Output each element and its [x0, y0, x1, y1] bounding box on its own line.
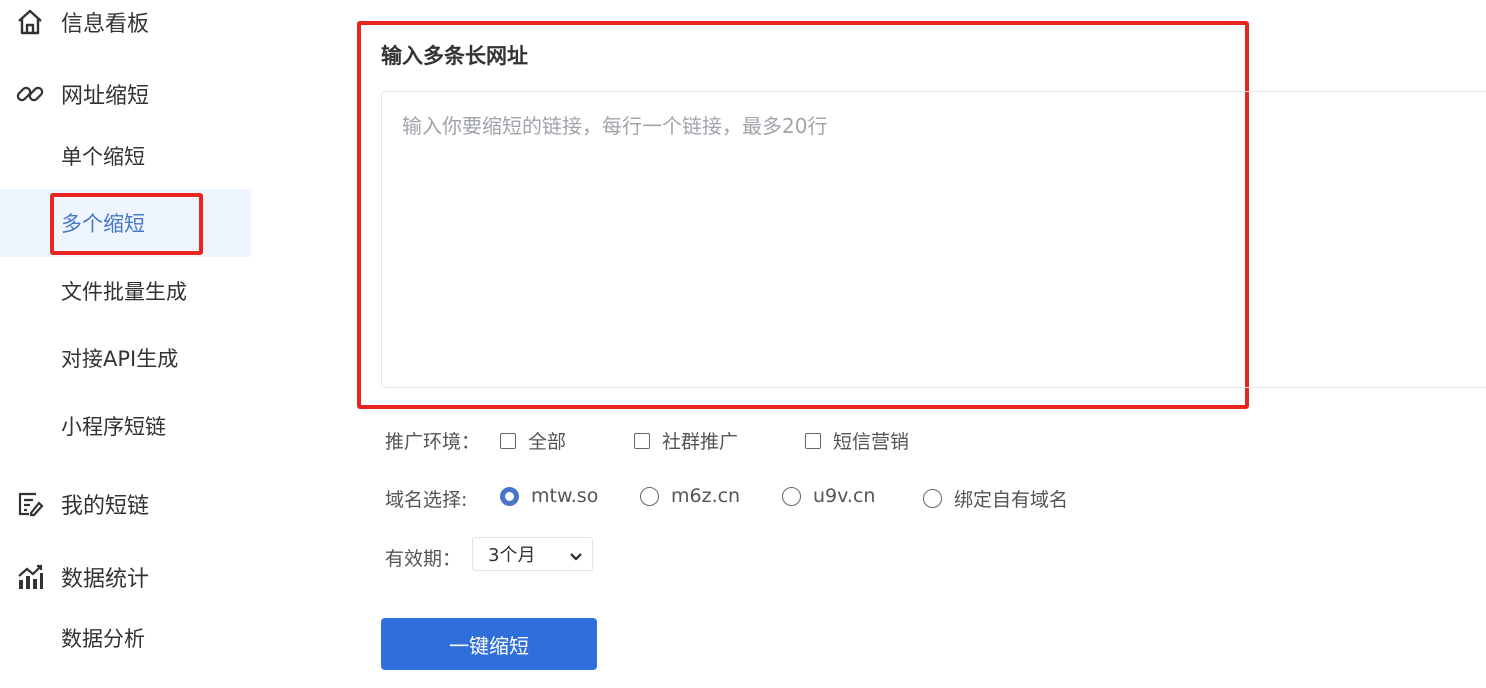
home-icon — [15, 7, 45, 37]
radio-m6z[interactable]: m6z.cn — [640, 485, 740, 507]
radio-label: u9v.cn — [813, 485, 876, 507]
radio-button[interactable] — [923, 489, 942, 508]
sidebar-item-single[interactable]: 单个缩短 — [0, 122, 251, 190]
sidebar-item-label: 对接API生成 — [61, 347, 179, 371]
list-edit-icon — [15, 489, 45, 519]
checkbox-label: 社群推广 — [662, 431, 739, 453]
sidebar-item-file-batch[interactable]: 文件批量生成 — [0, 257, 251, 325]
radio-mtw[interactable]: mtw.so — [500, 485, 598, 507]
sidebar-item-api[interactable]: 对接API生成 — [0, 324, 251, 392]
chart-bar-icon — [15, 562, 45, 592]
validity-select[interactable]: 3个月 — [472, 537, 593, 571]
sidebar-item-label: 信息看板 — [61, 12, 150, 37]
radio-button[interactable] — [782, 486, 801, 506]
checkbox-label: 全部 — [528, 431, 567, 453]
checkbox-sms[interactable]: 短信营销 — [805, 427, 909, 454]
sidebar-item-analysis[interactable]: 数据分析 — [0, 604, 251, 672]
checkbox-box[interactable] — [805, 432, 821, 449]
checkbox-box[interactable] — [500, 432, 516, 449]
highlight-box-sidebar — [50, 193, 203, 255]
sidebar-item-label: 网址缩短 — [61, 84, 150, 109]
checkbox-box[interactable] — [634, 432, 650, 449]
validity-selected-value: 3个月 — [488, 545, 536, 566]
url-textarea[interactable] — [381, 91, 1486, 388]
radio-label: mtw.so — [531, 485, 599, 507]
radio-label: 绑定自有域名 — [954, 489, 1069, 511]
sidebar-item-label: 小程序短链 — [61, 415, 166, 439]
radio-u9v[interactable]: u9v.cn — [782, 485, 875, 507]
sidebar-item-label: 单个缩短 — [61, 145, 145, 169]
radio-label: m6z.cn — [671, 485, 741, 507]
sidebar-item-label: 我的短链 — [61, 494, 150, 519]
sidebar-item-miniprogram[interactable]: 小程序短链 — [0, 392, 251, 460]
sidebar-item-label: 数据统计 — [61, 567, 150, 592]
link-icon — [15, 79, 45, 109]
radio-button[interactable] — [640, 486, 659, 506]
promo-env-label: 推广环境： — [385, 431, 481, 453]
sidebar-item-label: 文件批量生成 — [61, 280, 187, 304]
sidebar: 信息看板 网址缩短 单个缩短 多个缩短 文件批量生成 对接API生成 小程序短链… — [0, 0, 251, 688]
checkbox-label: 短信营销 — [833, 431, 910, 453]
chevron-down-icon — [569, 548, 583, 569]
checkbox-all[interactable]: 全部 — [500, 427, 566, 454]
radio-custom-domain[interactable]: 绑定自有域名 — [923, 485, 1068, 512]
page-title: 输入多条长网址 — [381, 44, 528, 68]
sidebar-item-label: 数据分析 — [61, 627, 145, 651]
radio-button[interactable] — [500, 486, 519, 506]
domain-label: 域名选择: — [385, 489, 468, 511]
validity-label: 有效期： — [385, 548, 462, 570]
checkbox-community[interactable]: 社群推广 — [634, 427, 738, 454]
shorten-submit-button[interactable]: 一键缩短 — [381, 618, 597, 670]
